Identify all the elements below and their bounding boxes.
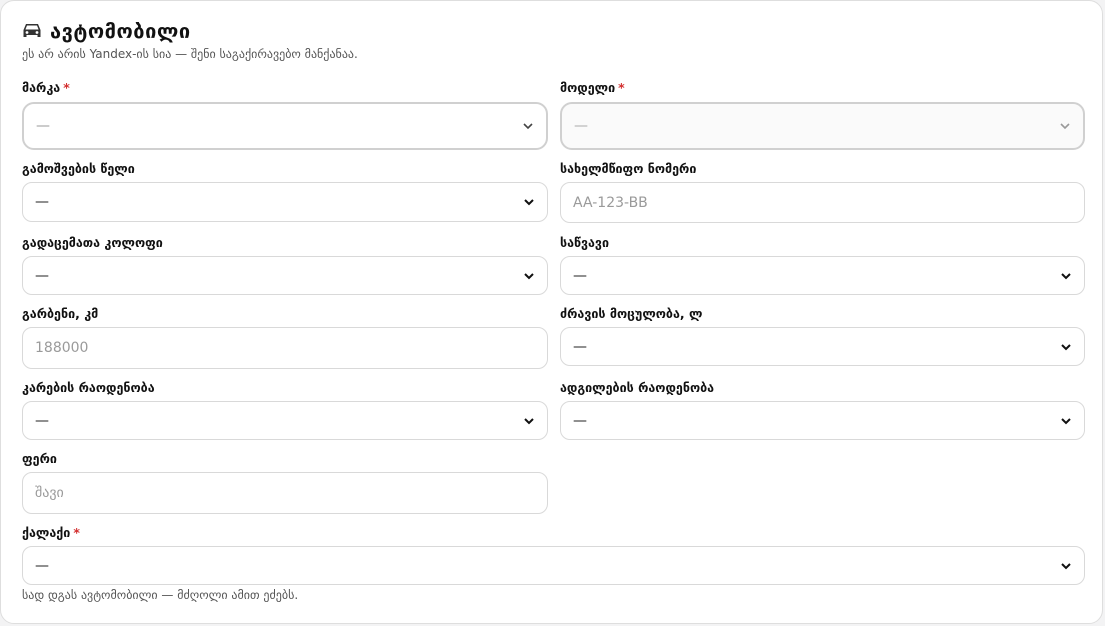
fuel-select-value: — bbox=[573, 267, 587, 284]
city-hint: სად დგას ავტომობილი — მძღოლი ამით ეძებს. bbox=[22, 588, 299, 602]
seats-label: ადგილების რაოდენობა bbox=[560, 380, 715, 395]
model-select[interactable]: — bbox=[560, 102, 1085, 150]
year-select[interactable]: — bbox=[22, 182, 548, 222]
chevron-down-icon bbox=[523, 123, 533, 130]
mileage-placeholder: 188000 bbox=[35, 340, 89, 356]
plate-placeholder: AA-123-BB bbox=[573, 194, 648, 211]
city-label: ქალაქი * bbox=[22, 525, 80, 540]
year-select-value: — bbox=[35, 194, 49, 210]
make-label: მარკა * bbox=[22, 80, 70, 95]
year-label: გამოშვების წელი bbox=[22, 161, 135, 176]
engine-select[interactable]: — bbox=[560, 327, 1085, 366]
plate-input[interactable]: AA-123-BB bbox=[560, 182, 1085, 223]
chevron-down-icon bbox=[1061, 562, 1071, 569]
color-input[interactable]: შავი bbox=[22, 472, 548, 514]
transmission-select[interactable]: — bbox=[22, 256, 548, 295]
required-mark: * bbox=[618, 80, 625, 95]
section-header: ავტომობილი bbox=[22, 19, 191, 43]
section-title: ავტომობილი bbox=[50, 19, 191, 43]
model-label: მოდელი * bbox=[560, 80, 625, 95]
chevron-down-icon bbox=[1061, 272, 1071, 279]
chevron-down-icon bbox=[524, 199, 534, 206]
fuel-select[interactable]: — bbox=[560, 256, 1085, 295]
make-select[interactable]: — bbox=[22, 102, 548, 150]
engine-select-value: — bbox=[573, 338, 587, 355]
chevron-down-icon bbox=[1061, 417, 1071, 424]
section-subtitle: ეს არ არის Yandex-ის სია — შენი საგაქირა… bbox=[22, 47, 358, 61]
transmission-label: გადაცემათა კოლოფი bbox=[22, 235, 163, 250]
make-select-value: — bbox=[36, 118, 50, 134]
chevron-down-icon bbox=[524, 272, 534, 279]
transmission-select-value: — bbox=[35, 267, 49, 284]
required-mark: * bbox=[63, 80, 70, 95]
engine-label: ძრავის მოცულობა, ლ bbox=[560, 306, 703, 321]
mileage-label: გარბენი, კმ bbox=[22, 306, 99, 321]
model-select-value: — bbox=[574, 118, 588, 134]
seats-select[interactable]: — bbox=[560, 401, 1085, 440]
fuel-label: საწვავი bbox=[560, 235, 610, 250]
city-select-value: — bbox=[35, 557, 49, 574]
chevron-down-icon bbox=[524, 417, 534, 424]
required-mark: * bbox=[73, 525, 80, 540]
vehicle-form-card: ავტომობილი ეს არ არის Yandex-ის სია — შე… bbox=[0, 0, 1103, 624]
car-icon bbox=[23, 24, 41, 37]
doors-select[interactable]: — bbox=[22, 401, 548, 440]
doors-label: კარების რაოდენობა bbox=[22, 380, 155, 395]
chevron-down-icon bbox=[1060, 123, 1070, 130]
chevron-down-icon bbox=[1061, 343, 1071, 350]
doors-select-value: — bbox=[35, 412, 49, 429]
color-label: ფერი bbox=[22, 451, 57, 466]
city-select[interactable]: — bbox=[22, 546, 1085, 585]
mileage-input[interactable]: 188000 bbox=[22, 327, 548, 369]
seats-select-value: — bbox=[573, 412, 587, 429]
color-placeholder: შავი bbox=[35, 485, 64, 501]
plate-label: სახელმწიფო ნომერი bbox=[560, 161, 697, 176]
